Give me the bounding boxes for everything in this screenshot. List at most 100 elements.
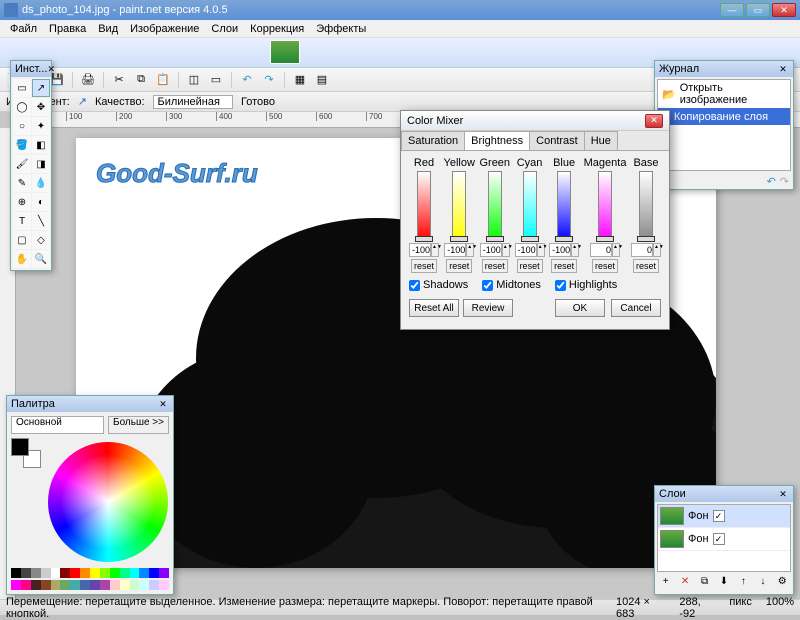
tool-lasso[interactable]: ◯ [13, 98, 31, 116]
tool-brush[interactable]: 🖌 [13, 155, 31, 173]
tool-bucket[interactable]: 🪣 [13, 136, 31, 154]
history-item[interactable]: ⧉Копирование слоя [658, 108, 790, 125]
tool-move[interactable]: ↗ [32, 79, 50, 97]
mixer-slider[interactable] [639, 171, 653, 241]
tool-rect-select[interactable]: ▭ [13, 79, 31, 97]
tool-clone[interactable]: ⊕ [13, 193, 31, 211]
tool-magic-wand[interactable]: ✦ [32, 117, 50, 135]
mixer-slider[interactable] [598, 171, 612, 241]
tab-saturation[interactable]: Saturation [401, 131, 465, 150]
palette-mode-select[interactable]: Основной [11, 416, 104, 434]
reset-all-button[interactable]: Reset All [409, 299, 459, 317]
redo-button[interactable]: ↷ [260, 71, 278, 89]
menu-effects[interactable]: Эффекты [310, 21, 372, 37]
mixer-value-input[interactable] [631, 243, 653, 257]
tool-rect[interactable]: ▢ [13, 231, 31, 249]
palette-close-button[interactable]: ✕ [157, 398, 169, 410]
menu-image[interactable]: Изображение [124, 21, 205, 37]
mixer-slider[interactable] [417, 171, 431, 241]
tool-zoom[interactable]: 🔍 [32, 250, 50, 268]
paste-button[interactable]: 📋 [154, 71, 172, 89]
deselect-button[interactable]: ▭ [207, 71, 225, 89]
menu-layers[interactable]: Слои [205, 21, 244, 37]
grid-button[interactable]: ▦ [291, 71, 309, 89]
swatch-row-1[interactable] [11, 568, 169, 578]
layer-down-button[interactable]: ↓ [756, 576, 770, 590]
highlights-checkbox[interactable]: Highlights [555, 279, 617, 291]
swatch-row-2[interactable] [11, 580, 169, 590]
layers-close-button[interactable]: ✕ [777, 488, 789, 500]
mixer-slider[interactable] [452, 171, 466, 241]
mixer-reset-button[interactable]: reset [482, 259, 508, 273]
mixer-reset-button[interactable]: reset [592, 259, 618, 273]
tool-picker[interactable]: 💧 [32, 174, 50, 192]
menu-file[interactable]: Файл [4, 21, 43, 37]
review-button[interactable]: Review [463, 299, 513, 317]
mixer-spinner[interactable]: ▲▼ [549, 243, 579, 257]
quality-select[interactable]: Билинейная [153, 95, 233, 109]
layers-panel[interactable]: Слои✕ Фон✓ Фон✓ + ✕ ⧉ ⬇ ↑ ↓ ⚙ [654, 485, 794, 595]
tool-move-selection[interactable]: ✥ [32, 98, 50, 116]
tools-close-button[interactable]: ✕ [47, 63, 55, 75]
mixer-value-input[interactable] [444, 243, 466, 257]
minimize-button[interactable]: — [720, 3, 744, 17]
palette-more-button[interactable]: Больше >> [108, 416, 169, 434]
document-thumbnail[interactable] [270, 40, 300, 64]
ok-button[interactable]: OK [555, 299, 605, 317]
print-button[interactable]: 🖨 [79, 71, 97, 89]
layer-merge-button[interactable]: ⬇ [717, 576, 731, 590]
color-mixer-dialog[interactable]: Color Mixer✕ Saturation Brightness Contr… [400, 110, 670, 330]
tool-line[interactable]: ╲ [32, 212, 50, 230]
mixer-reset-button[interactable]: reset [551, 259, 577, 273]
mixer-reset-button[interactable]: reset [411, 259, 437, 273]
layer-visibility-checkbox[interactable]: ✓ [713, 533, 725, 545]
mixer-spinner[interactable]: ▲▼ [590, 243, 620, 257]
mixer-spinner[interactable]: ▲▼ [444, 243, 474, 257]
cut-button[interactable]: ✂ [110, 71, 128, 89]
maximize-button[interactable]: ▭ [746, 3, 770, 17]
history-close-button[interactable]: ✕ [777, 63, 789, 75]
copy-button[interactable]: ⧉ [132, 71, 150, 89]
menu-edit[interactable]: Правка [43, 21, 92, 37]
mixer-value-input[interactable] [480, 243, 502, 257]
layer-props-button[interactable]: ⚙ [775, 576, 789, 590]
tool-gradient[interactable]: ◧ [32, 136, 50, 154]
layer-up-button[interactable]: ↑ [736, 576, 750, 590]
dialog-close-button[interactable]: ✕ [645, 114, 663, 128]
mixer-value-input[interactable] [515, 243, 537, 257]
mixer-value-input[interactable] [590, 243, 612, 257]
close-button[interactable]: ✕ [772, 3, 796, 17]
mixer-value-input[interactable] [409, 243, 431, 257]
fg-bg-colors[interactable] [11, 438, 41, 468]
tool-recolor[interactable]: ◐ [32, 193, 50, 211]
history-redo-button[interactable]: ↷ [780, 175, 789, 188]
mixer-slider[interactable] [523, 171, 537, 241]
mixer-spinner[interactable]: ▲▼ [631, 243, 661, 257]
layer-item[interactable]: Фон✓ [658, 505, 790, 528]
ruler-button[interactable]: ▤ [313, 71, 331, 89]
shadows-checkbox[interactable]: Shadows [409, 279, 468, 291]
cancel-button[interactable]: Cancel [611, 299, 661, 317]
mixer-spinner[interactable]: ▲▼ [409, 243, 439, 257]
mixer-spinner[interactable]: ▲▼ [480, 243, 510, 257]
mixer-reset-button[interactable]: reset [446, 259, 472, 273]
palette-panel[interactable]: Палитра✕ Основной Больше >> [6, 395, 174, 595]
mixer-spinner[interactable]: ▲▼ [515, 243, 545, 257]
tool-pan[interactable]: ✋ [13, 250, 31, 268]
tab-contrast[interactable]: Contrast [529, 131, 585, 150]
menu-view[interactable]: Вид [92, 21, 124, 37]
tool-text[interactable]: T [13, 212, 31, 230]
layer-delete-button[interactable]: ✕ [678, 576, 692, 590]
color-wheel[interactable] [48, 442, 168, 562]
layer-duplicate-button[interactable]: ⧉ [698, 576, 712, 590]
midtones-checkbox[interactable]: Midtones [482, 279, 541, 291]
layer-item[interactable]: Фон✓ [658, 528, 790, 551]
tool-pencil[interactable]: ✎ [13, 174, 31, 192]
mixer-reset-button[interactable]: reset [633, 259, 659, 273]
tab-hue[interactable]: Hue [584, 131, 618, 150]
layer-visibility-checkbox[interactable]: ✓ [713, 510, 725, 522]
tool-shapes[interactable]: ◇ [32, 231, 50, 249]
mixer-reset-button[interactable]: reset [517, 259, 543, 273]
mixer-slider[interactable] [488, 171, 502, 241]
history-item[interactable]: 📂Открыть изображение [658, 80, 790, 108]
